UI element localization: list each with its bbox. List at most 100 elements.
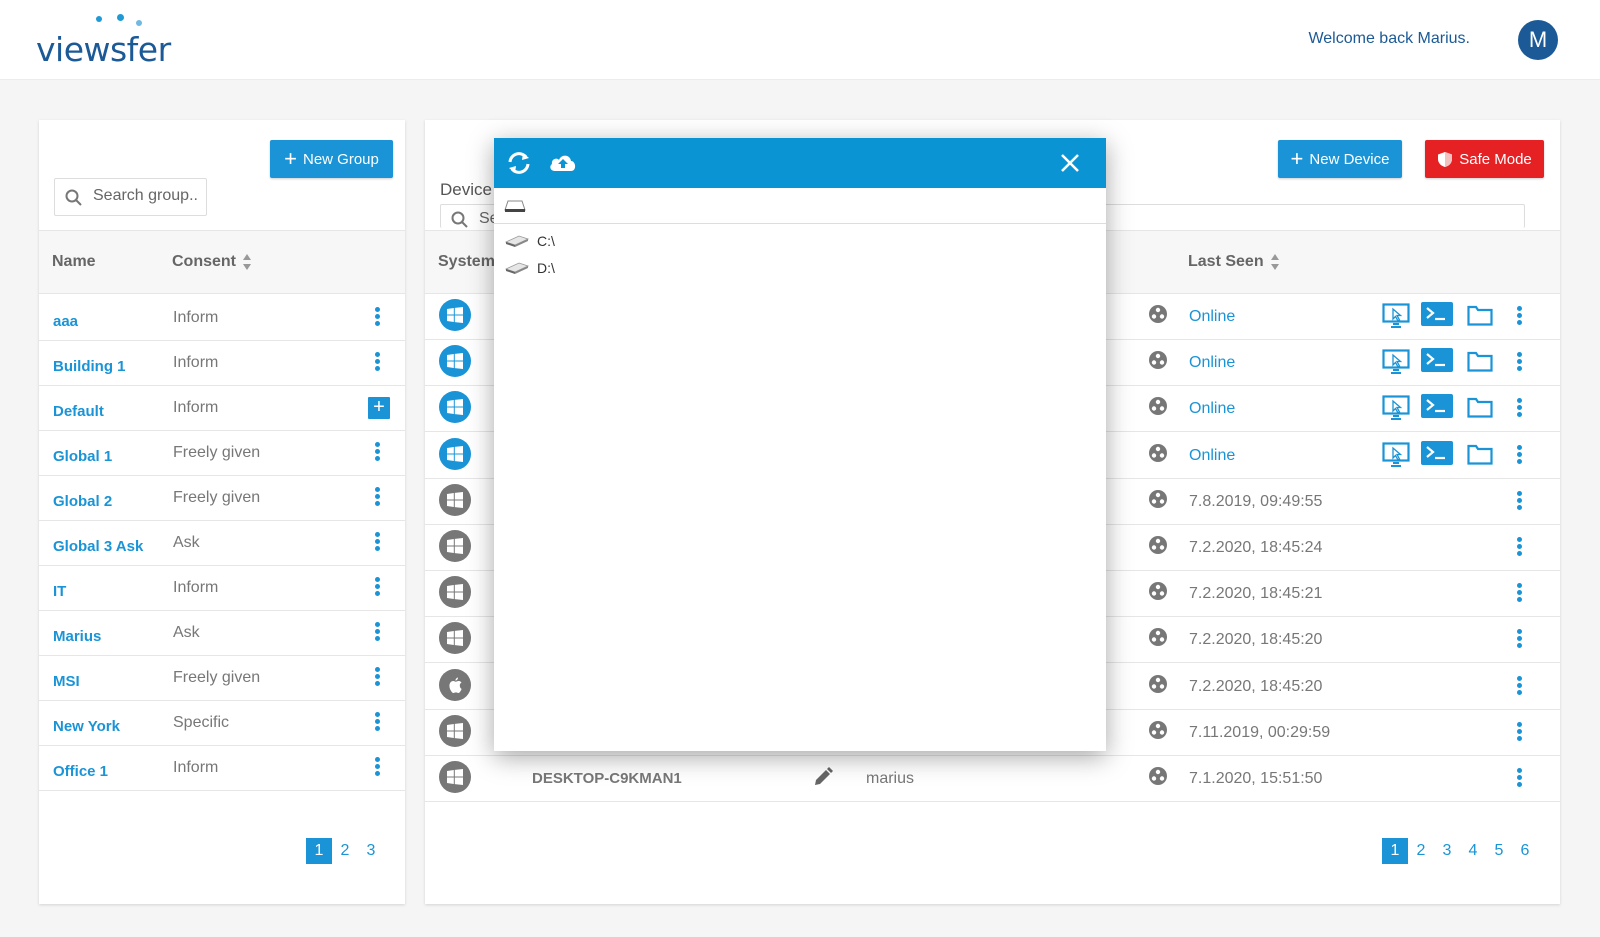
device-row[interactable]: DESKTOP-C9KMAN1 marius 7.1.2020, 15:51:50 — [425, 755, 1560, 802]
drive-icon[interactable] — [504, 199, 526, 213]
terminal-icon[interactable] — [1421, 440, 1453, 465]
more-options-icon[interactable] — [371, 757, 383, 779]
page-3[interactable]: 3 — [1434, 838, 1460, 864]
viewsfer-logo[interactable]: viewsfer — [36, 14, 186, 69]
drive-label: D:\ — [537, 260, 555, 276]
remote-desktop-icon[interactable] — [1382, 441, 1410, 468]
user-avatar[interactable]: M — [1518, 20, 1558, 60]
windows-icon — [447, 491, 463, 508]
column-last-seen[interactable]: Last Seen — [1188, 253, 1280, 271]
windows-icon — [447, 353, 463, 370]
group-row[interactable]: Marius Ask — [39, 610, 405, 656]
search-icon — [65, 189, 82, 206]
welcome-message: Welcome back Marius. — [1308, 30, 1470, 47]
os-badge — [439, 391, 471, 424]
group-name[interactable]: Global 2 — [53, 493, 112, 510]
group-row[interactable]: IT Inform — [39, 565, 405, 611]
group-consent: Inform — [173, 309, 219, 326]
drive-item[interactable]: C:\ — [505, 230, 555, 252]
page-3[interactable]: 3 — [358, 838, 384, 864]
group-name[interactable]: aaa — [53, 313, 78, 330]
group-name[interactable]: Building 1 — [53, 358, 126, 375]
terminal-icon[interactable] — [1421, 302, 1453, 326]
pencil-icon[interactable] — [813, 767, 833, 787]
folder-icon[interactable] — [1467, 305, 1493, 326]
path-breadcrumb — [494, 188, 1106, 224]
last-seen-status: 7.2.2020, 18:45:20 — [1189, 677, 1323, 695]
more-options-icon[interactable] — [1513, 306, 1525, 328]
column-consent[interactable]: Consent — [172, 253, 252, 271]
more-options-icon[interactable] — [371, 307, 383, 329]
more-options-icon[interactable] — [1513, 398, 1525, 420]
group-row[interactable]: aaa Inform — [39, 295, 405, 341]
more-options-icon[interactable] — [371, 442, 383, 464]
folder-icon[interactable] — [1467, 397, 1493, 418]
group-row[interactable]: Building 1 Inform — [39, 340, 405, 386]
group-name[interactable]: Marius — [53, 628, 101, 645]
group-row[interactable]: Office 1 Inform — [39, 745, 405, 791]
safe-mode-button[interactable]: Safe Mode — [1425, 140, 1544, 178]
last-seen-status: 7.2.2020, 18:45:21 — [1189, 585, 1323, 603]
group-row[interactable]: Default Inform + — [39, 385, 405, 431]
more-options-icon[interactable] — [1513, 629, 1525, 651]
page-1[interactable]: 1 — [306, 838, 332, 864]
remote-desktop-icon[interactable] — [1382, 303, 1410, 329]
more-options-icon[interactable] — [371, 622, 383, 644]
more-options-icon[interactable] — [1513, 490, 1525, 513]
group-row[interactable]: Global 1 Freely given — [39, 430, 405, 476]
group-name[interactable]: Default — [53, 403, 104, 420]
last-seen-status: Online — [1189, 308, 1236, 325]
network-icon — [1149, 443, 1167, 462]
cloud-upload-icon[interactable] — [548, 151, 578, 173]
folder-icon[interactable] — [1467, 444, 1493, 465]
remote-desktop-icon[interactable] — [1382, 395, 1410, 421]
terminal-icon[interactable] — [1421, 394, 1453, 419]
column-system[interactable]: System — [438, 253, 495, 271]
folder-icon[interactable] — [1467, 351, 1493, 372]
group-name[interactable]: Global 1 — [53, 448, 112, 465]
more-options-icon[interactable] — [371, 532, 383, 554]
group-name[interactable]: Global 3 Ask — [53, 538, 143, 555]
group-name[interactable]: Office 1 — [53, 763, 108, 780]
last-seen-status: Online — [1189, 354, 1236, 372]
add-device-icon[interactable]: + — [368, 397, 390, 419]
page-1[interactable]: 1 — [1382, 838, 1408, 864]
drive-item[interactable]: D:\ — [505, 257, 555, 279]
group-name[interactable]: MSI — [53, 673, 80, 690]
close-icon[interactable] — [1060, 153, 1080, 173]
page-4[interactable]: 4 — [1460, 838, 1486, 864]
group-name[interactable]: New York — [53, 718, 120, 735]
more-options-icon[interactable] — [1513, 675, 1525, 698]
page-5[interactable]: 5 — [1486, 838, 1512, 864]
column-name[interactable]: Name — [52, 253, 96, 271]
more-options-icon[interactable] — [371, 577, 383, 599]
refresh-icon[interactable] — [506, 151, 532, 175]
more-options-icon[interactable] — [1513, 537, 1525, 559]
more-options-icon[interactable] — [1513, 583, 1525, 605]
more-options-icon[interactable] — [371, 712, 383, 734]
group-search-input[interactable] — [93, 187, 208, 205]
page-6[interactable]: 6 — [1512, 838, 1538, 864]
more-options-icon[interactable] — [371, 487, 383, 509]
group-row[interactable]: New York Specific — [39, 700, 405, 746]
remote-desktop-icon[interactable] — [1382, 349, 1410, 375]
more-options-icon[interactable] — [1513, 721, 1525, 744]
more-options-icon[interactable] — [371, 352, 383, 374]
page-2[interactable]: 2 — [332, 838, 358, 864]
groups-panel: + New Group Name Consent aaa Inform Buildi… — [39, 120, 405, 904]
group-search-field[interactable] — [54, 178, 208, 216]
windows-icon — [447, 307, 463, 323]
more-options-icon[interactable] — [1513, 352, 1525, 374]
device-name[interactable]: DESKTOP-C9KMAN1 — [532, 770, 682, 787]
new-group-button[interactable]: + New Group — [270, 140, 393, 178]
page-2[interactable]: 2 — [1408, 838, 1434, 864]
group-row[interactable]: Global 3 Ask Ask — [39, 520, 405, 566]
more-options-icon[interactable] — [1513, 768, 1525, 790]
terminal-icon[interactable] — [1421, 348, 1453, 373]
more-options-icon[interactable] — [1513, 444, 1525, 467]
more-options-icon[interactable] — [371, 667, 383, 689]
group-row[interactable]: MSI Freely given — [39, 655, 405, 701]
group-row[interactable]: Global 2 Freely given — [39, 475, 405, 521]
group-name[interactable]: IT — [53, 583, 66, 600]
new-device-button[interactable]: + New Device — [1278, 140, 1402, 178]
